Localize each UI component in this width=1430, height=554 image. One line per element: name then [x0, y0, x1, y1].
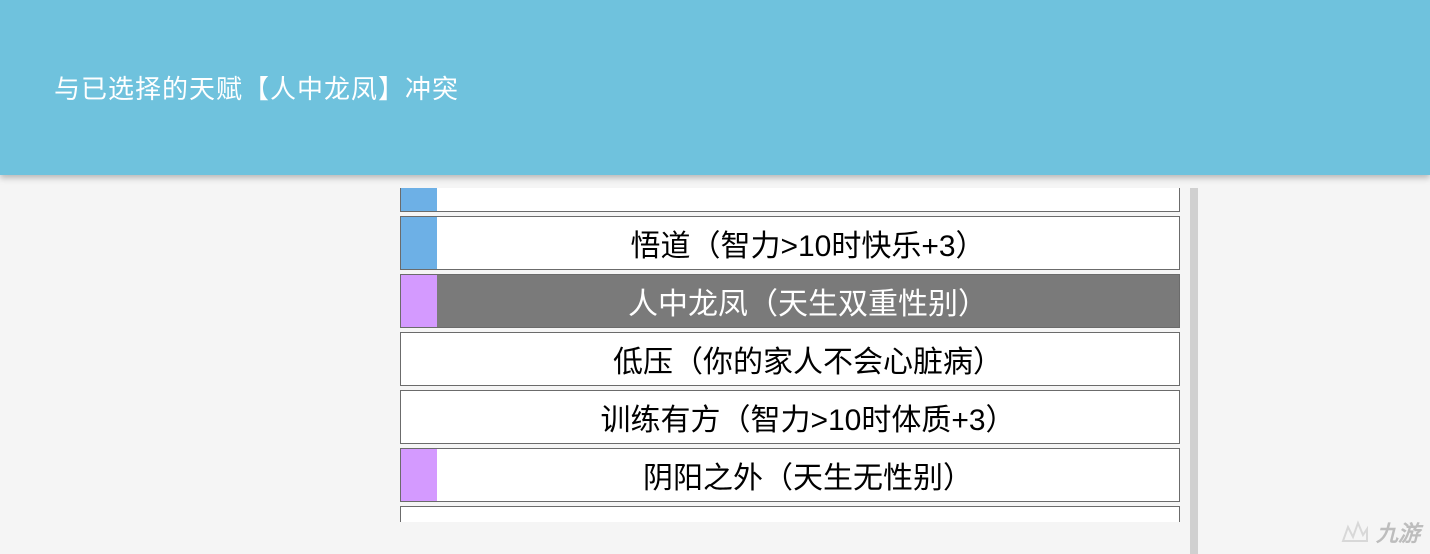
talent-content: 低压（你的家人不会心脏病）: [437, 333, 1179, 385]
talent-label: 悟道（智力>10时快乐+3）: [630, 221, 985, 265]
talent-row[interactable]: 训练有方（智力>10时体质+3）: [400, 390, 1180, 444]
talent-content: 平安童年（12岁前父母都健在）: [437, 188, 1179, 211]
talent-label: 人中龙凤（天生双重性别）: [628, 279, 988, 323]
talent-label: 阴阳之外（天生无性别）: [643, 453, 973, 497]
rarity-indicator: [401, 275, 437, 327]
rarity-indicator: [401, 507, 437, 522]
talent-row[interactable]: 阴阳之外（天生无性别）: [400, 448, 1180, 502]
talent-row[interactable]: 平安童年（12岁前父母都健在）: [400, 188, 1180, 212]
talent-list: 平安童年（12岁前父母都健在） 悟道（智力>10时快乐+3） 人中龙凤（天生双重…: [400, 188, 1180, 526]
talent-row[interactable]: [400, 506, 1180, 522]
talent-label: 训练有方（智力>10时体质+3）: [600, 395, 1015, 439]
talent-content: 训练有方（智力>10时体质+3）: [437, 391, 1179, 443]
watermark-logo-icon: [1340, 519, 1370, 545]
talent-content: 悟道（智力>10时快乐+3）: [437, 217, 1179, 269]
banner-message: 与已选择的天赋【人中龙凤】冲突: [54, 69, 459, 106]
rarity-indicator: [401, 333, 437, 385]
talent-row[interactable]: 人中龙凤（天生双重性别）: [400, 274, 1180, 328]
talent-row[interactable]: 低压（你的家人不会心脏病）: [400, 332, 1180, 386]
rarity-indicator: [401, 217, 437, 269]
talent-content: [437, 507, 1179, 522]
rarity-indicator: [401, 188, 437, 211]
watermark: 九游: [1340, 516, 1420, 548]
conflict-banner: 与已选择的天赋【人中龙凤】冲突: [0, 0, 1430, 175]
talent-label: 低压（你的家人不会心脏病）: [613, 337, 1003, 381]
rarity-indicator: [401, 449, 437, 501]
scrollbar[interactable]: [1190, 188, 1198, 554]
talent-content: 人中龙凤（天生双重性别）: [437, 275, 1179, 327]
rarity-indicator: [401, 391, 437, 443]
talent-content: 阴阳之外（天生无性别）: [437, 449, 1179, 501]
talent-row[interactable]: 悟道（智力>10时快乐+3）: [400, 216, 1180, 270]
watermark-text: 九游: [1376, 516, 1420, 548]
